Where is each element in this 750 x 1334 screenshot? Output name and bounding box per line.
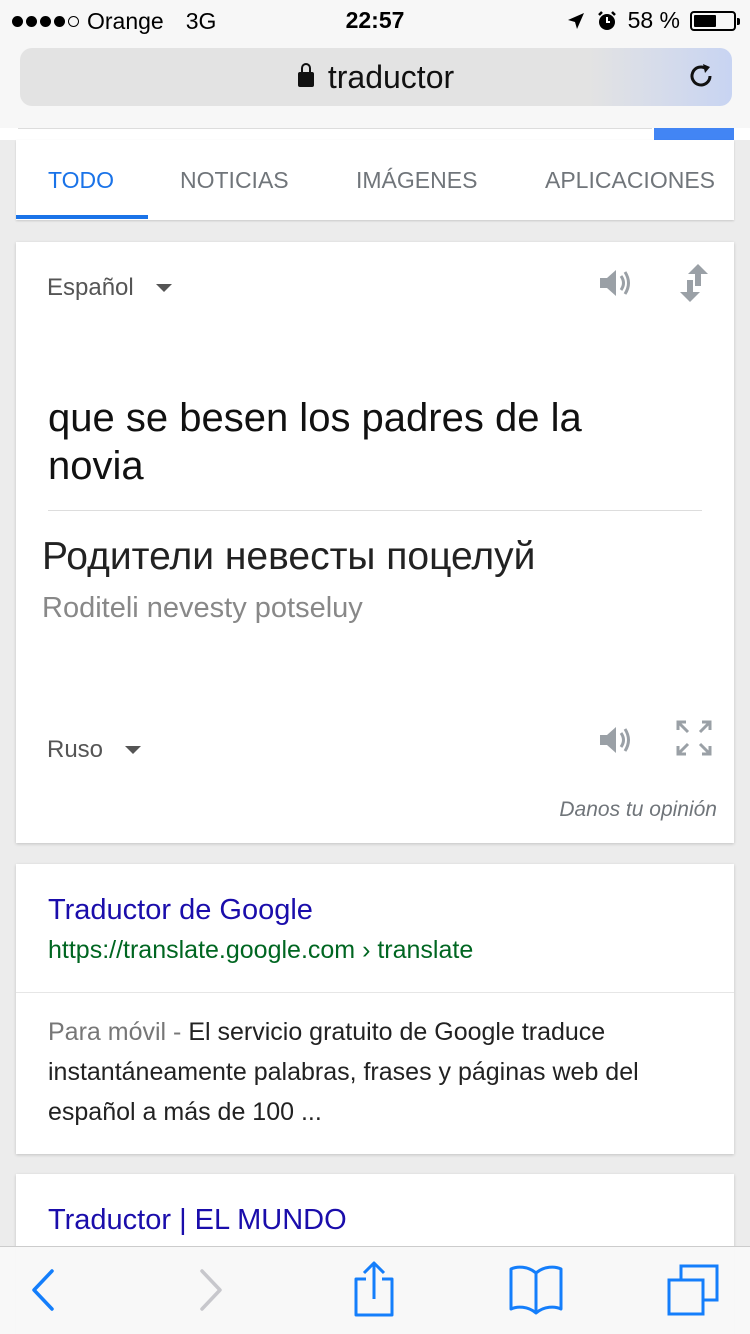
forward-icon[interactable] xyxy=(196,1265,226,1315)
address-text: traductor xyxy=(327,59,455,95)
target-language-label: Ruso xyxy=(47,736,104,763)
translated-text: Родители невесты поцелуй xyxy=(42,535,536,578)
result-url[interactable]: https://translate.google.com › translate xyxy=(48,936,473,965)
fullscreen-icon[interactable] xyxy=(676,720,712,756)
location-arrow-icon xyxy=(567,12,584,29)
share-icon[interactable] xyxy=(350,1259,398,1319)
tab-imagenes[interactable]: IMÁGENES xyxy=(356,167,477,194)
snippet-label: Para móvil - xyxy=(48,1018,189,1046)
tabs-icon[interactable] xyxy=(666,1263,720,1317)
bookmarks-icon[interactable] xyxy=(508,1263,564,1315)
translate-divider xyxy=(48,510,702,511)
reload-icon[interactable] xyxy=(686,61,716,91)
target-language-select[interactable]: Ruso xyxy=(47,736,142,764)
search-box-border xyxy=(18,128,652,129)
battery-level xyxy=(694,14,717,27)
address-text-wrap: traductor xyxy=(20,59,732,96)
transliteration-text: Roditeli nevesty potseluy xyxy=(42,592,363,624)
tab-todo[interactable]: TODO xyxy=(48,167,114,194)
result-snippet: Para móvil - El servicio gratuito de Goo… xyxy=(48,1012,708,1132)
result-title-link[interactable]: Traductor de Google xyxy=(48,894,313,927)
search-box-edge xyxy=(0,128,750,140)
address-bar[interactable]: traductor xyxy=(20,48,732,106)
tab-noticias[interactable]: NOTICIAS xyxy=(180,167,289,194)
chevron-down-icon xyxy=(125,746,142,754)
result-title-link[interactable]: Traductor | EL MUNDO xyxy=(48,1204,347,1237)
lock-icon xyxy=(297,63,314,87)
search-button-edge[interactable] xyxy=(654,128,734,140)
chevron-down-icon xyxy=(155,284,172,292)
active-tab-indicator xyxy=(16,215,148,219)
status-bar: Orange 3G 22:57 58 % xyxy=(0,0,750,40)
speaker-icon[interactable] xyxy=(596,264,634,302)
speaker-icon[interactable] xyxy=(596,721,634,759)
battery-icon xyxy=(690,10,740,31)
source-language-select[interactable]: Español xyxy=(47,274,172,302)
browser-toolbar xyxy=(0,1246,750,1334)
translate-card: Español que se besen los padres de la no… xyxy=(16,242,734,843)
swap-languages-icon[interactable] xyxy=(676,262,712,304)
source-text[interactable]: que se besen los padres de la novia xyxy=(48,394,688,490)
back-icon[interactable] xyxy=(28,1265,58,1315)
search-result: Traductor de Google https://translate.go… xyxy=(16,864,734,1154)
source-language-label: Español xyxy=(47,274,134,301)
status-right: 58 % xyxy=(566,7,740,34)
alarm-icon xyxy=(597,10,616,30)
battery-percent: 58 % xyxy=(627,7,680,33)
feedback-link[interactable]: Danos tu opinión xyxy=(559,798,717,822)
browser-address-area: traductor xyxy=(0,40,750,130)
search-tabs: TODO NOTICIAS IMÁGENES APLICACIONES xyxy=(16,140,734,220)
tab-aplicaciones[interactable]: APLICACIONES xyxy=(545,167,715,194)
result-divider xyxy=(16,992,734,993)
